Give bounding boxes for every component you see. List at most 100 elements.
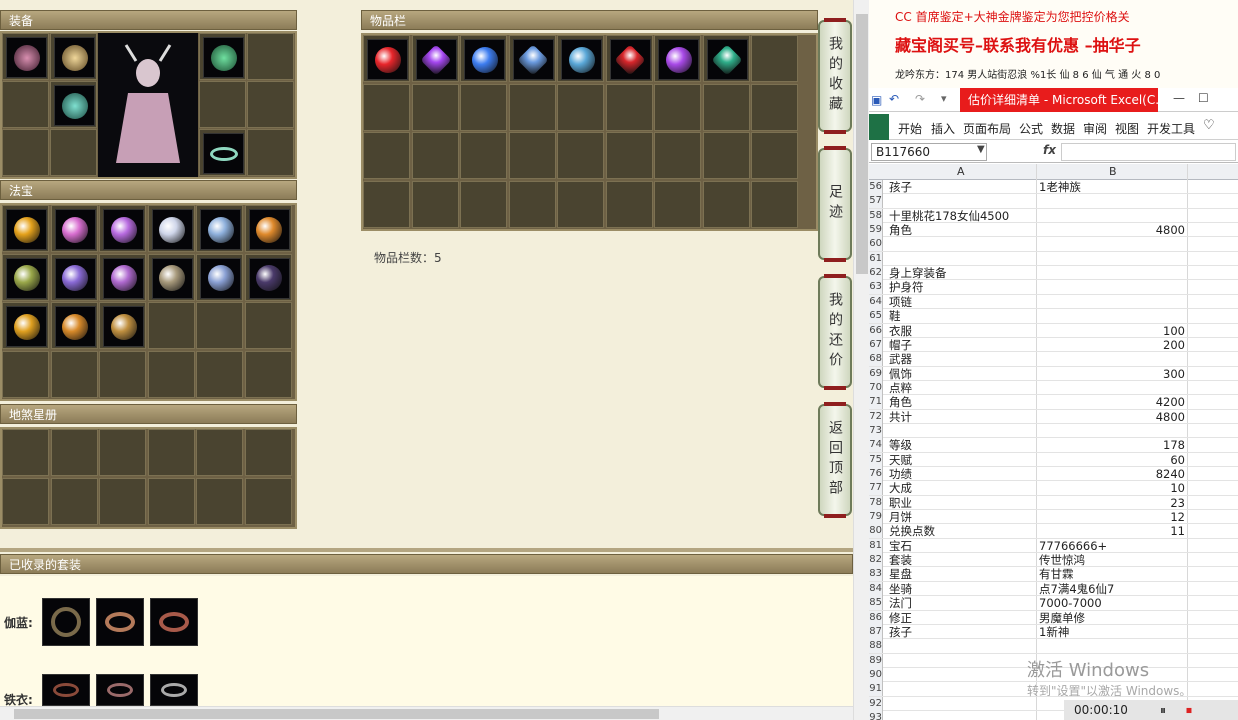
equip-slot[interactable] xyxy=(199,33,246,80)
row-number[interactable]: 81 xyxy=(869,538,883,553)
name-box[interactable]: B117660 xyxy=(871,143,987,161)
row-number[interactable]: 62 xyxy=(869,266,883,281)
grid-slot[interactable] xyxy=(605,180,653,228)
tab-review[interactable]: 审阅 xyxy=(1083,120,1107,137)
save-icon[interactable]: ▣ xyxy=(871,93,882,107)
inventory-item[interactable] xyxy=(6,209,47,250)
stop-icon[interactable]: ⏹ xyxy=(1186,700,1192,720)
cell-a[interactable]: 大成 xyxy=(889,481,912,495)
formula-input[interactable] xyxy=(1061,143,1236,161)
equip-item[interactable] xyxy=(54,37,95,78)
grid-slot[interactable] xyxy=(147,302,195,349)
grid-slot[interactable] xyxy=(702,35,750,82)
grid-slot[interactable] xyxy=(244,302,292,349)
row-number[interactable]: 57 xyxy=(869,194,883,209)
grid-slot[interactable] xyxy=(654,35,701,82)
row-number[interactable]: 67 xyxy=(869,337,883,352)
row-number[interactable]: 59 xyxy=(869,223,883,238)
inventory-item[interactable] xyxy=(415,39,457,80)
inventory-item[interactable] xyxy=(561,39,602,80)
grid-slot[interactable] xyxy=(557,83,604,131)
grid-slot[interactable] xyxy=(50,478,98,525)
row-number[interactable]: 69 xyxy=(869,366,883,381)
cell-a[interactable]: 十里桃花178女仙4500 xyxy=(889,209,1009,223)
grid-slot[interactable] xyxy=(460,83,507,131)
row-number[interactable]: 79 xyxy=(869,510,883,525)
cell-a[interactable]: 角色 xyxy=(889,395,912,409)
cell-b[interactable]: 10 xyxy=(1039,481,1185,495)
grid-slot[interactable] xyxy=(99,478,146,525)
cell-a[interactable]: 功绩 xyxy=(889,467,912,481)
grid-slot[interactable] xyxy=(363,35,410,82)
tab-home[interactable]: 开始 xyxy=(898,120,922,137)
vertical-scroll-thumb[interactable] xyxy=(856,14,868,274)
grid-slot[interactable] xyxy=(99,302,146,349)
cell-a[interactable]: 孩子 xyxy=(889,625,912,639)
tab-data[interactable]: 数据 xyxy=(1051,120,1075,137)
grid-slot[interactable] xyxy=(557,180,604,228)
cell-b[interactable]: 1新神 xyxy=(1039,625,1185,639)
equip-slot[interactable] xyxy=(2,81,49,128)
cell-a[interactable]: 佩饰 xyxy=(889,367,912,381)
set-item[interactable] xyxy=(150,674,198,706)
fx-icon[interactable]: fx xyxy=(1043,143,1056,157)
inventory-item[interactable] xyxy=(200,209,241,250)
grid-slot[interactable] xyxy=(460,35,507,82)
grid-slot[interactable] xyxy=(196,302,243,349)
cell-b[interactable]: 23 xyxy=(1039,496,1185,510)
row-number[interactable]: 93 xyxy=(869,710,883,720)
grid-slot[interactable] xyxy=(99,429,146,476)
col-b-header[interactable]: B xyxy=(1109,165,1117,178)
row-number[interactable]: 90 xyxy=(869,667,883,682)
cell-a[interactable]: 武器 xyxy=(889,352,912,366)
grid-slot[interactable] xyxy=(244,350,292,398)
help-icon[interactable]: ♡ xyxy=(1203,118,1215,133)
cell-b[interactable]: 4800 xyxy=(1039,223,1185,237)
grid-slot[interactable] xyxy=(702,180,750,228)
cell-b[interactable]: 60 xyxy=(1039,453,1185,467)
row-number[interactable]: 89 xyxy=(869,653,883,668)
cell-a[interactable]: 身上穿装备 xyxy=(889,266,947,280)
customize-icon[interactable]: ▾ xyxy=(941,92,947,105)
row-number[interactable]: 86 xyxy=(869,610,883,625)
grid-slot[interactable] xyxy=(363,132,410,179)
grid-slot[interactable] xyxy=(99,253,146,301)
grid-slot[interactable] xyxy=(702,83,750,131)
equip-slot[interactable] xyxy=(247,81,294,128)
cell-b[interactable]: 1老神族 xyxy=(1039,180,1185,194)
grid-slot[interactable] xyxy=(702,132,750,179)
row-number[interactable]: 88 xyxy=(869,639,883,654)
col-a-header[interactable]: A xyxy=(957,165,965,178)
grid-slot[interactable] xyxy=(196,205,243,252)
grid-slot[interactable] xyxy=(363,83,410,131)
tab-developer[interactable]: 开发工具 xyxy=(1147,120,1195,137)
cell-b[interactable]: 100 xyxy=(1039,324,1185,338)
grid-slot[interactable] xyxy=(99,205,146,252)
row-number[interactable]: 66 xyxy=(869,323,883,338)
set-item[interactable] xyxy=(96,674,144,706)
inventory-item[interactable] xyxy=(658,39,699,80)
grid-slot[interactable] xyxy=(411,180,459,228)
row-number[interactable]: 65 xyxy=(869,309,883,324)
grid-slot[interactable] xyxy=(654,83,701,131)
grid-slot[interactable] xyxy=(147,350,195,398)
row-number[interactable]: 91 xyxy=(869,682,883,697)
tab-insert[interactable]: 插入 xyxy=(931,120,955,137)
cell-b[interactable]: 8240 xyxy=(1039,467,1185,481)
grid-slot[interactable] xyxy=(2,478,49,525)
grid-slot[interactable] xyxy=(557,132,604,179)
grid-slot[interactable] xyxy=(2,253,49,301)
grid-slot[interactable] xyxy=(751,83,798,131)
vertical-scrollbar[interactable] xyxy=(853,0,869,720)
row-number[interactable]: 75 xyxy=(869,452,883,467)
equip-item[interactable] xyxy=(203,133,244,174)
cell-a[interactable]: 项链 xyxy=(889,295,912,309)
cell-b[interactable]: 178 xyxy=(1039,438,1185,452)
row-number[interactable]: 92 xyxy=(869,696,883,711)
inventory-item[interactable] xyxy=(367,39,408,80)
cell-b[interactable]: 11 xyxy=(1039,524,1185,538)
pause-icon[interactable]: ⏸ xyxy=(1160,700,1166,720)
maximize-icon[interactable]: ☐ xyxy=(1198,91,1209,105)
grid-slot[interactable] xyxy=(147,478,195,525)
cell-a[interactable]: 角色 xyxy=(889,223,912,237)
